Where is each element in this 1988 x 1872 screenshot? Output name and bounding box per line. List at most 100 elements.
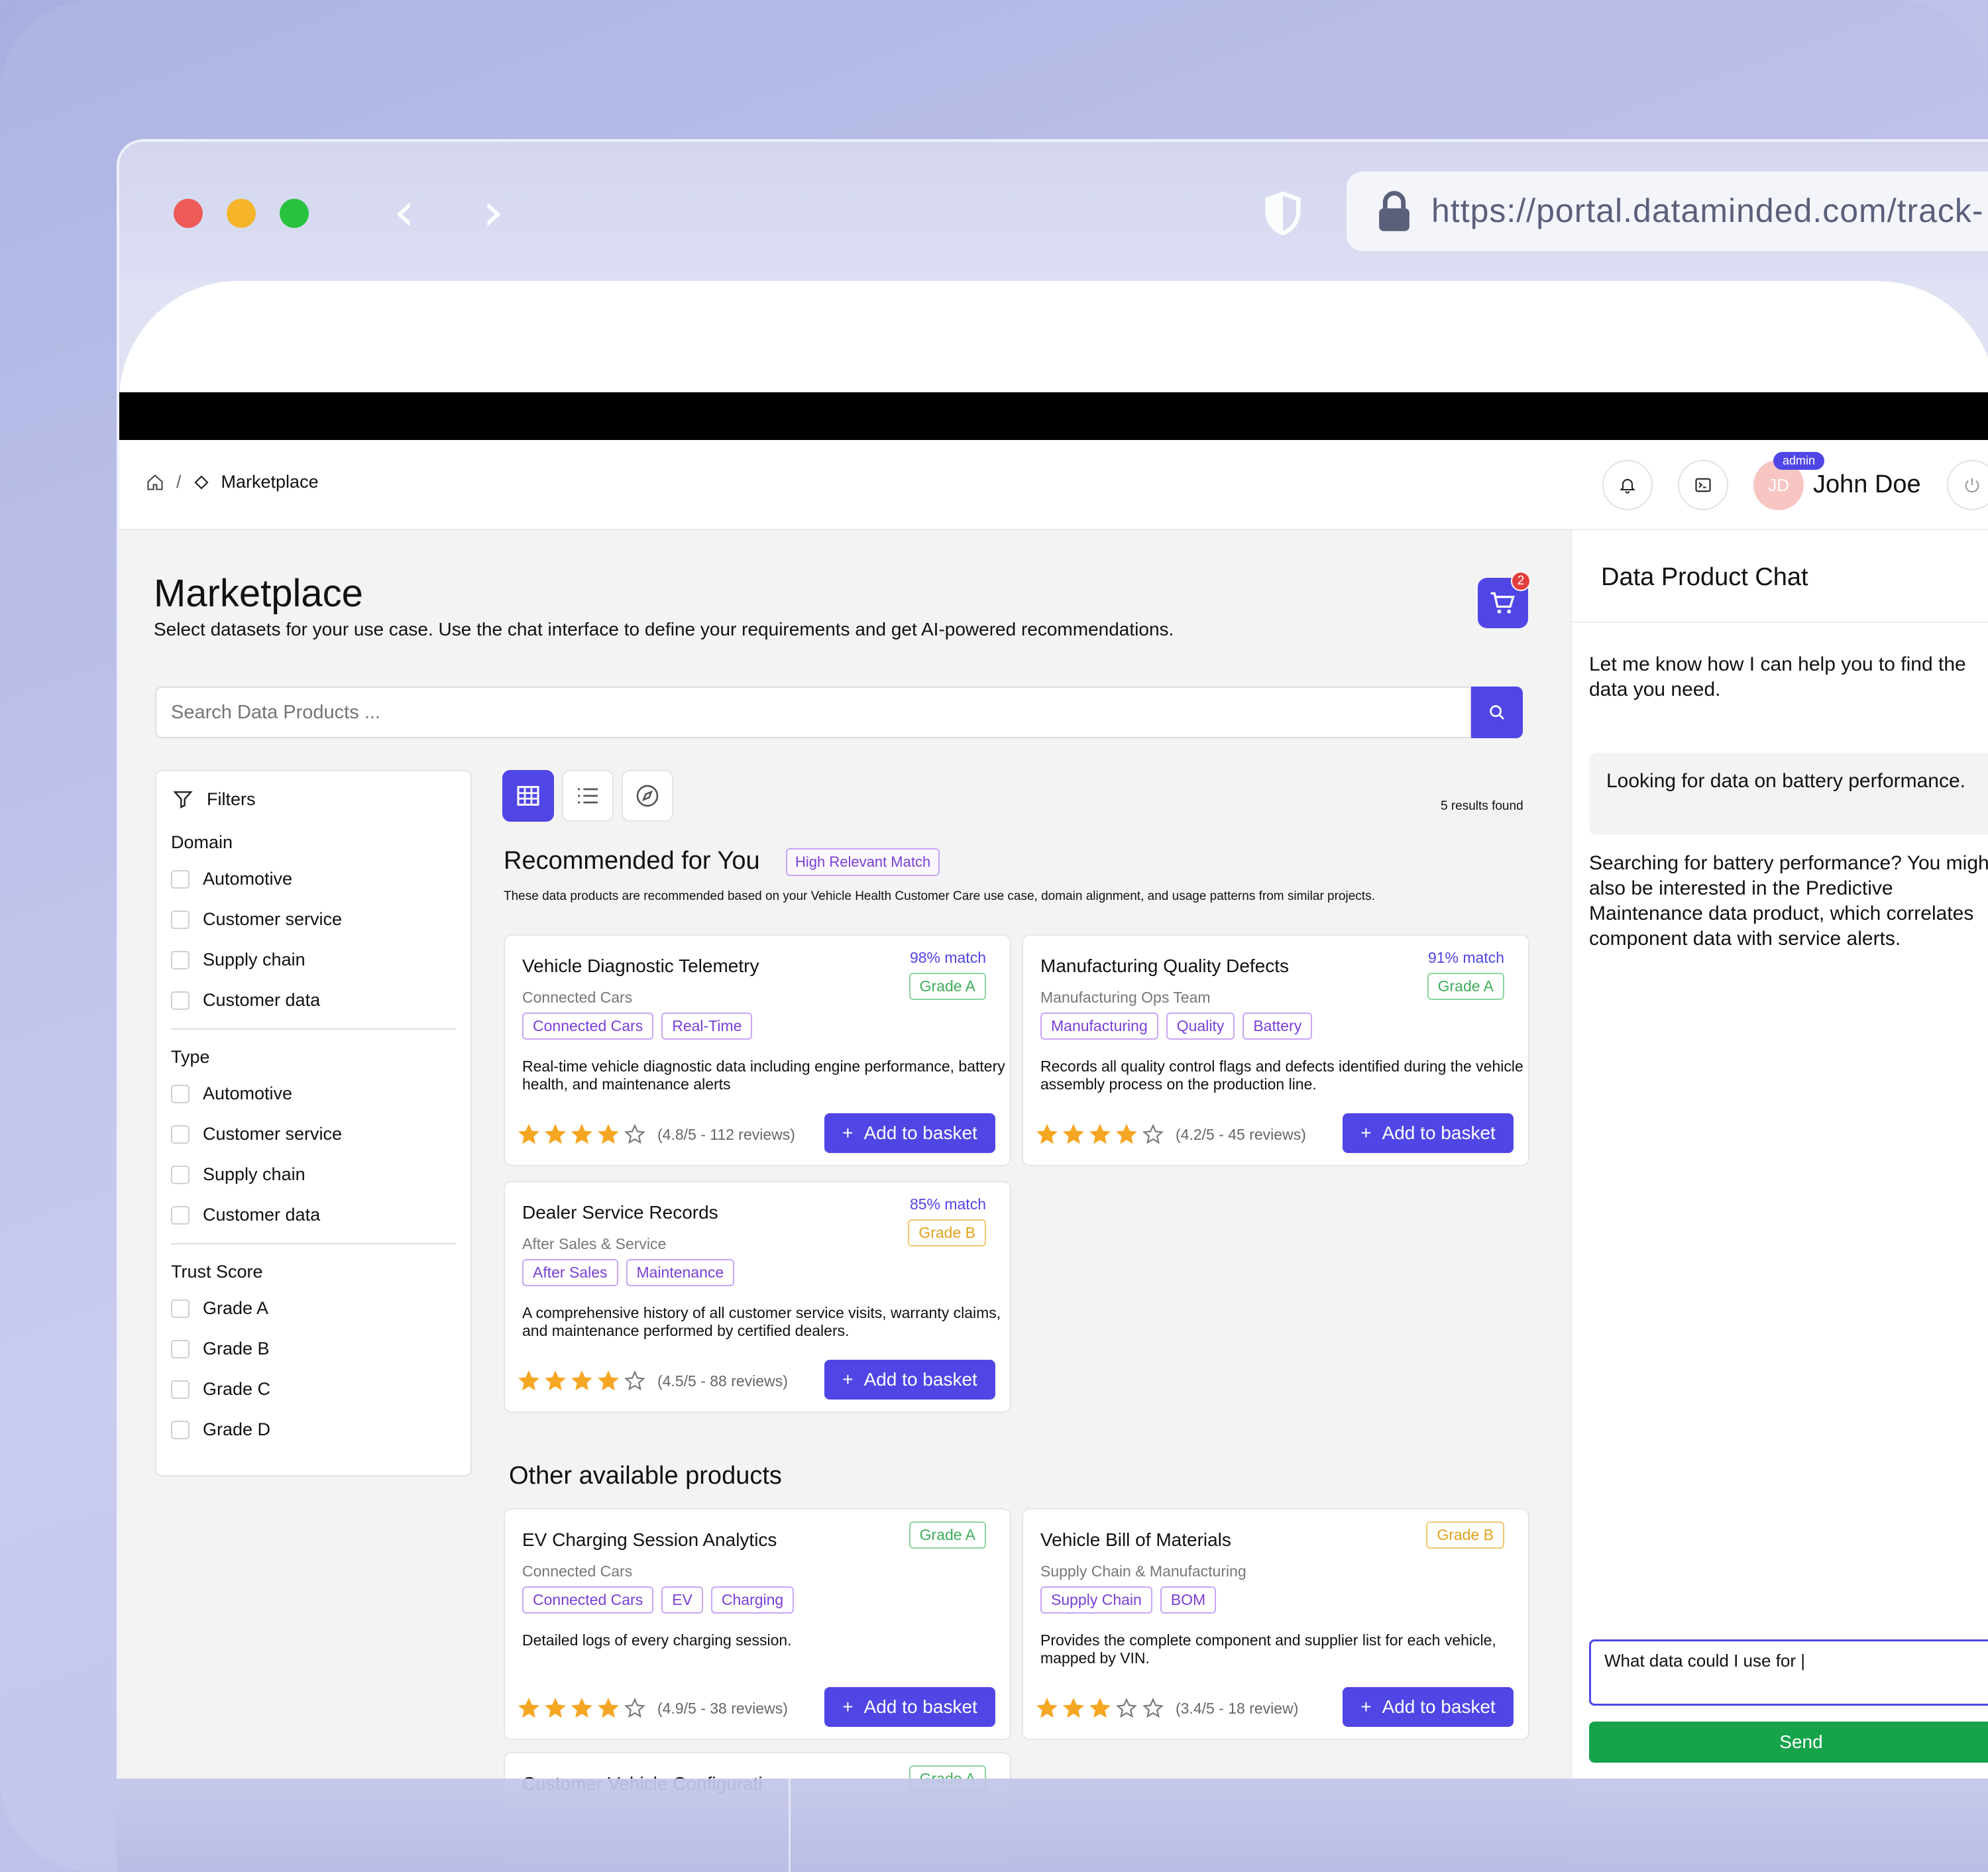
add-to-basket-button[interactable]: + Add to basket — [824, 1113, 995, 1153]
add-to-basket-button[interactable]: + Add to basket — [824, 1687, 995, 1727]
add-to-basket-button[interactable]: + Add to basket — [1343, 1687, 1514, 1727]
minimize-window-button[interactable] — [227, 199, 256, 228]
star-filled-icon — [518, 1124, 539, 1144]
card-title[interactable]: Vehicle Diagnostic Telemetry — [522, 956, 759, 977]
search-button[interactable] — [1471, 687, 1523, 738]
overlay-divider — [789, 1779, 791, 1872]
product-card[interactable]: Vehicle Diagnostic Telemetry Connected C… — [504, 934, 1011, 1166]
product-card[interactable]: EV Charging Session Analytics Connected … — [504, 1508, 1011, 1740]
star-empty-icon — [1142, 1124, 1164, 1144]
filter-option[interactable]: Grade D — [171, 1409, 270, 1450]
tag[interactable]: BOM — [1160, 1586, 1217, 1614]
star-empty-icon — [624, 1698, 645, 1718]
product-card[interactable]: Manufacturing Quality Defects Manufactur… — [1022, 934, 1529, 1166]
other-products-heading: Other available products — [509, 1462, 782, 1490]
card-title[interactable]: EV Charging Session Analytics — [522, 1529, 777, 1551]
card-description: A comprehensive history of all customer … — [522, 1304, 1001, 1339]
tag[interactable]: Real-Time — [661, 1013, 753, 1040]
add-to-basket-button[interactable]: + Add to basket — [824, 1360, 995, 1400]
checkbox[interactable] — [171, 1165, 190, 1184]
tag-list: Connected Cars EV Charging — [522, 1586, 795, 1614]
address-bar[interactable]: https://portal.dataminded.com/track- — [1347, 172, 1988, 251]
tag[interactable]: Manufacturing — [1040, 1013, 1158, 1040]
star-filled-icon — [598, 1124, 619, 1144]
tag[interactable]: Maintenance — [626, 1259, 735, 1286]
tag[interactable]: Connected Cars — [522, 1586, 654, 1614]
checkbox[interactable] — [171, 950, 190, 969]
option-label: Grade A — [203, 1298, 269, 1318]
tag[interactable]: Charging — [710, 1586, 795, 1614]
card-title[interactable]: Manufacturing Quality Defects — [1040, 956, 1289, 977]
shield-icon[interactable] — [1256, 187, 1309, 240]
filter-option[interactable]: Customer data — [171, 980, 342, 1020]
star-empty-icon — [1142, 1698, 1164, 1718]
grid-view-button[interactable] — [502, 770, 554, 822]
breadcrumb-current[interactable]: Marketplace — [221, 472, 319, 492]
match-score: 91% match — [1427, 949, 1504, 966]
plus-icon: + — [842, 1369, 854, 1390]
chat-input[interactable]: What data could I use for | — [1589, 1639, 1988, 1706]
filter-option[interactable]: Grade A — [171, 1288, 270, 1329]
bell-icon — [1620, 478, 1635, 494]
star-filled-icon — [1089, 1698, 1111, 1718]
browser-window: ‹ › https://portal.dataminded.com/track-… — [117, 139, 1988, 1872]
card-title[interactable]: Vehicle Bill of Materials — [1040, 1529, 1231, 1551]
forward-arrow-icon[interactable]: › — [482, 186, 504, 239]
checkbox[interactable] — [171, 1205, 190, 1225]
star-filled-icon — [1116, 1124, 1137, 1144]
filter-option[interactable]: Supply chain — [171, 1154, 342, 1195]
filter-option[interactable]: Grade C — [171, 1369, 270, 1409]
tag[interactable]: EV — [661, 1586, 703, 1614]
checkbox[interactable] — [171, 1420, 190, 1439]
close-window-button[interactable] — [174, 199, 203, 228]
tag[interactable]: After Sales — [522, 1259, 618, 1286]
explore-view-button[interactable] — [622, 770, 673, 822]
role-badge: admin — [1773, 452, 1825, 470]
checkbox[interactable] — [171, 910, 190, 929]
product-card[interactable]: Vehicle Bill of Materials Supply Chain &… — [1022, 1508, 1529, 1740]
filter-option[interactable]: Customer data — [171, 1195, 342, 1235]
filters-header: Filters — [172, 789, 256, 810]
filter-option[interactable]: Customer service — [171, 1114, 342, 1154]
home-icon[interactable] — [146, 473, 164, 492]
add-to-basket-button[interactable]: + Add to basket — [1343, 1113, 1514, 1153]
logout-button[interactable] — [1947, 460, 1988, 510]
checkbox[interactable] — [171, 1084, 190, 1103]
list-view-button[interactable] — [562, 770, 614, 822]
tag[interactable]: Quality — [1166, 1013, 1235, 1040]
user-name[interactable]: John Doe — [1813, 470, 1921, 499]
filter-option[interactable]: Automotive — [171, 1074, 342, 1114]
checkbox[interactable] — [171, 1125, 190, 1144]
star-empty-icon — [624, 1124, 645, 1144]
filter-option[interactable]: Grade B — [171, 1329, 270, 1369]
card-description: Detailed logs of every charging session. — [522, 1631, 792, 1649]
product-card[interactable]: Dealer Service Records After Sales & Ser… — [504, 1181, 1011, 1413]
card-title[interactable]: Dealer Service Records — [522, 1202, 718, 1223]
star-filled-icon — [571, 1124, 592, 1144]
checkbox[interactable] — [171, 1339, 190, 1358]
maximize-window-button[interactable] — [280, 199, 309, 228]
search-input[interactable] — [156, 688, 1470, 737]
checkbox[interactable] — [171, 991, 190, 1010]
grade-badge: Grade A — [909, 973, 986, 1000]
terminal-button[interactable] — [1678, 460, 1728, 510]
grade-badge: Grade B — [1426, 1521, 1504, 1549]
send-button[interactable]: Send — [1589, 1722, 1988, 1763]
filter-option[interactable]: Automotive — [171, 859, 342, 899]
checkbox[interactable] — [171, 869, 190, 889]
back-arrow-icon[interactable]: ‹ — [394, 186, 415, 239]
option-label: Customer service — [203, 1124, 343, 1144]
option-label: Automotive — [203, 869, 293, 889]
tag[interactable]: Connected Cars — [522, 1013, 654, 1040]
checkbox[interactable] — [171, 1380, 190, 1399]
app-header: / Marketplace JD admin John Doe — [119, 440, 1988, 530]
tag[interactable]: Battery — [1242, 1013, 1313, 1040]
filter-group-label: Domain — [171, 832, 233, 852]
card-owner: After Sales & Service — [522, 1235, 667, 1252]
checkbox[interactable] — [171, 1299, 190, 1318]
filter-option[interactable]: Supply chain — [171, 940, 342, 980]
tag[interactable]: Supply Chain — [1040, 1586, 1152, 1614]
notifications-button[interactable] — [1602, 460, 1653, 510]
bot-message: Let me know how I can help you to find t… — [1589, 653, 1966, 700]
filter-option[interactable]: Customer service — [171, 899, 342, 940]
